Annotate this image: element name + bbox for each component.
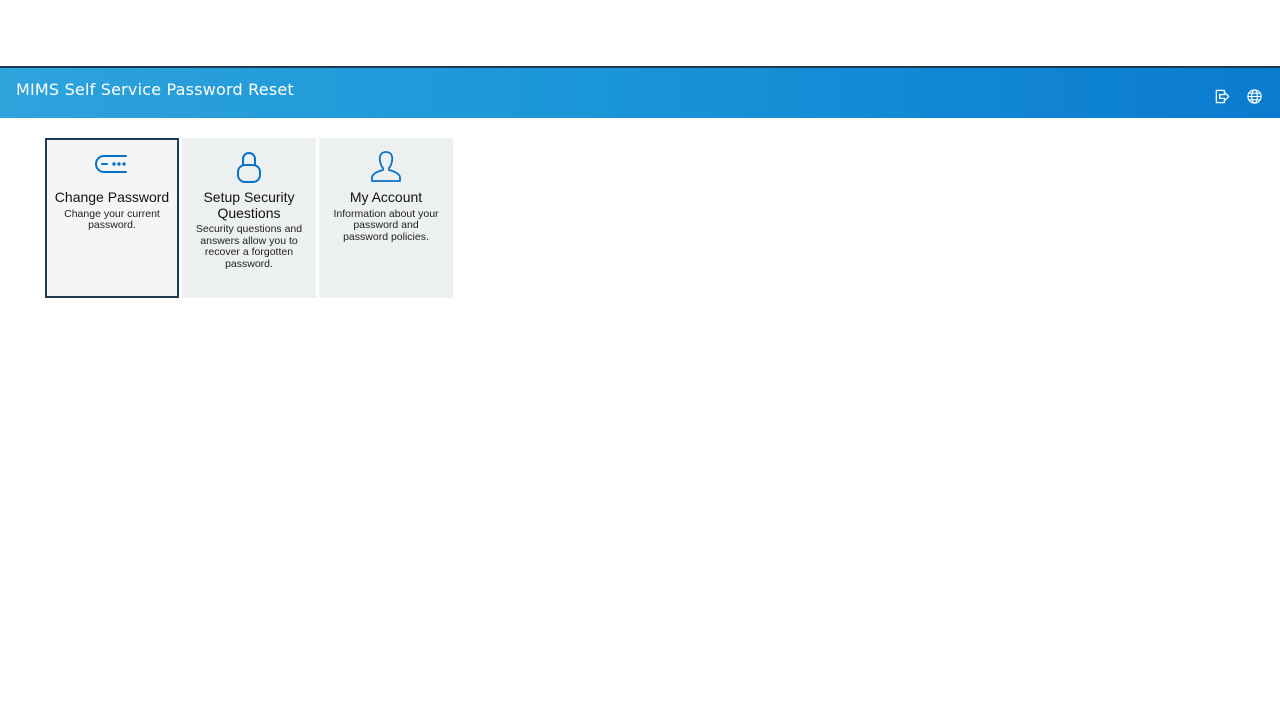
tile-description: Change your current password. (64, 207, 160, 232)
sign-out-icon (1215, 89, 1229, 103)
my-account-tile[interactable]: My Account Information about your passwo… (319, 138, 453, 298)
tile-description: Information about your password and pass… (333, 207, 439, 243)
lock-icon (237, 152, 261, 183)
tile-title: Change Password (54, 189, 170, 205)
app-title: MIMS Self Service Password Reset (16, 80, 294, 99)
tile-description: Security questions and answers allow you… (195, 223, 303, 270)
globe-icon (1246, 88, 1262, 104)
action-tiles: Change Password Change your current pass… (45, 138, 453, 298)
language-button[interactable] (1242, 84, 1266, 108)
app-header: MIMS Self Service Password Reset (0, 66, 1280, 118)
tile-title: Setup Security Questions (203, 189, 295, 221)
setup-security-questions-tile[interactable]: Setup Security Questions Security questi… (182, 138, 316, 298)
sign-out-button[interactable] (1210, 84, 1234, 108)
page: MIMS Self Service Password Reset Change … (0, 0, 1280, 720)
change-password-tile[interactable]: Change Password Change your current pass… (45, 138, 179, 298)
user-icon (371, 151, 401, 182)
header-actions (1210, 84, 1266, 108)
tile-title: My Account (349, 189, 423, 205)
password-dots-icon (95, 155, 127, 173)
